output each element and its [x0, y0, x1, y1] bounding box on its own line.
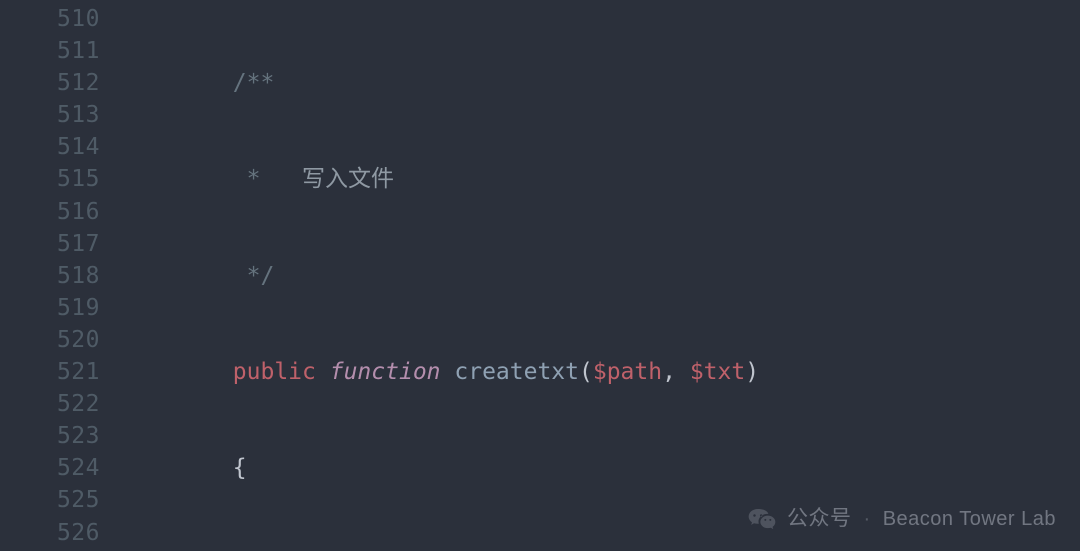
line-number: 511 — [0, 35, 100, 67]
line-number: 524 — [0, 452, 100, 484]
line-number: 518 — [0, 260, 100, 292]
line-number: 517 — [0, 228, 100, 260]
line-number: 520 — [0, 324, 100, 356]
code-line[interactable]: /** — [122, 67, 1080, 99]
line-number-gutter: 510 511 512 513 514 515 516 517 518 519 … — [0, 0, 114, 551]
code-area[interactable]: /** * 写入文件 */ public function createtxt(… — [114, 0, 1080, 551]
line-number: 526 — [0, 517, 100, 549]
line-number: 514 — [0, 131, 100, 163]
line-number: 512 — [0, 67, 100, 99]
line-number: 523 — [0, 420, 100, 452]
line-number: 516 — [0, 196, 100, 228]
code-line[interactable]: */ — [122, 260, 1080, 292]
line-number: 525 — [0, 484, 100, 516]
line-number: 521 — [0, 356, 100, 388]
code-line[interactable]: { — [122, 452, 1080, 484]
line-number: 513 — [0, 99, 100, 131]
line-number: 519 — [0, 292, 100, 324]
code-line[interactable]: * 写入文件 — [122, 163, 1080, 195]
line-number: 515 — [0, 163, 100, 195]
code-line[interactable]: public function createtxt($path, $txt) — [122, 356, 1080, 388]
line-number: 522 — [0, 388, 100, 420]
line-number: 510 — [0, 3, 100, 35]
code-editor[interactable]: 510 511 512 513 514 515 516 517 518 519 … — [0, 0, 1080, 551]
